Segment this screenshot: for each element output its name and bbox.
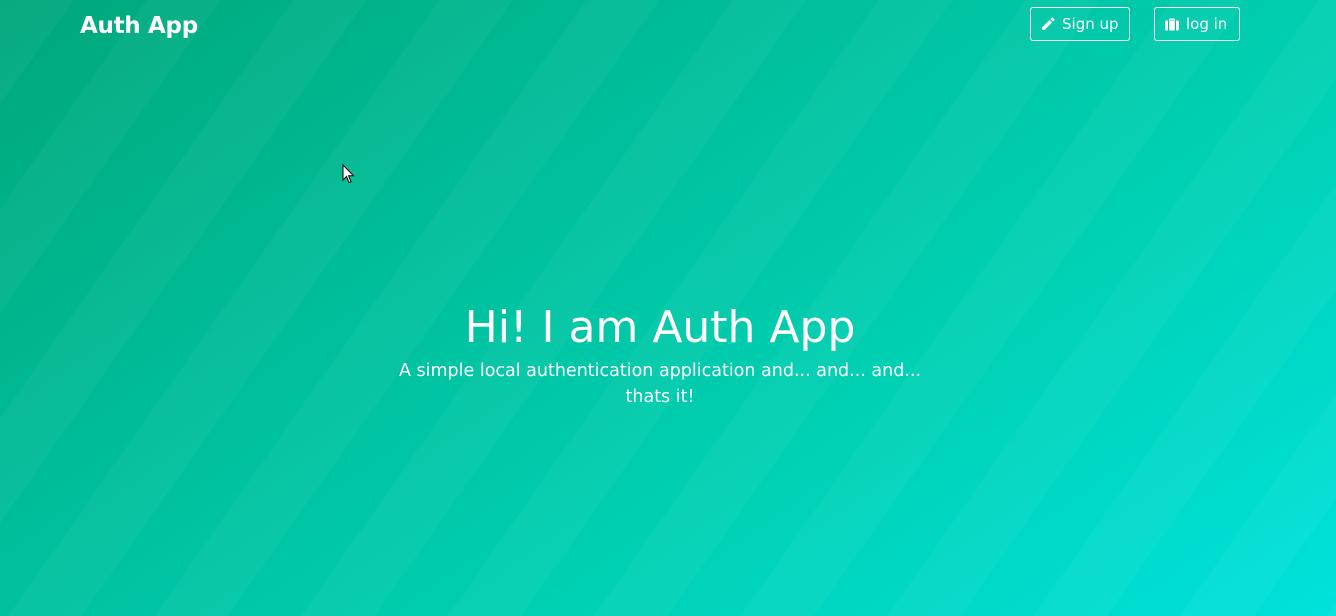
hero-subtitle: A simple local authentication applicatio… (398, 361, 922, 407)
signup-button[interactable]: Sign up (1030, 7, 1130, 41)
briefcase-icon (1164, 16, 1180, 32)
pencil-icon (1040, 16, 1056, 32)
signup-label: Sign up (1062, 15, 1119, 33)
hero-title: Hi! I am Auth App (464, 302, 856, 353)
brand-logo[interactable]: Auth App (80, 10, 198, 42)
mouse-cursor-icon (342, 164, 355, 184)
navbar: Auth App Sign up log in (0, 0, 1336, 52)
login-label: log in (1186, 15, 1228, 33)
hero: Hi! I am Auth App A simple local authent… (0, 298, 1320, 410)
login-button[interactable]: log in (1154, 7, 1240, 41)
